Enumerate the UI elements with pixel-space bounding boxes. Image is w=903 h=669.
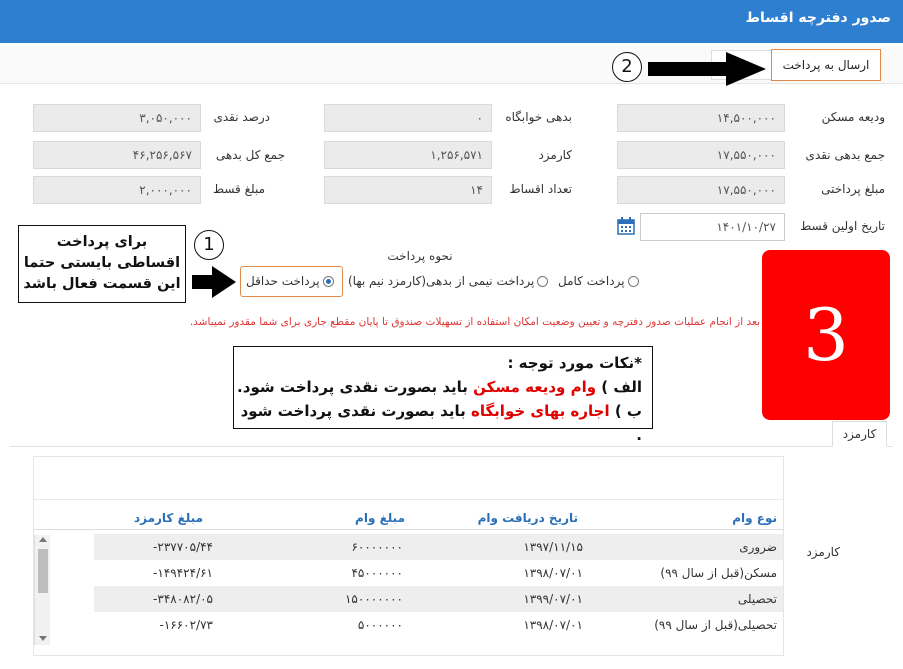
column-header-fee-amount: مبلغ کارمزد bbox=[133, 511, 203, 525]
installments-field: ۱۴ bbox=[324, 176, 492, 204]
arrow-right-icon bbox=[192, 266, 236, 298]
cell-fee-amount: ۱۶۶۰۲/۷۳- bbox=[159, 618, 213, 632]
cell-loan-type: تحصیلی bbox=[737, 592, 777, 606]
total-debt-field: ۴۶,۲۵۶,۵۶۷ bbox=[33, 141, 201, 169]
dorm-debt-field: ۰ bbox=[324, 104, 492, 132]
installments-label: تعداد اقساط bbox=[509, 182, 572, 196]
step-1-marker: 1 bbox=[194, 230, 224, 260]
cell-loan-amount: ۴۵۰۰۰۰۰۰ bbox=[351, 566, 403, 580]
payment-option-full[interactable]: پرداخت کامل bbox=[558, 274, 639, 288]
notes-line-2-highlight: اجاره بهای خوابگاه bbox=[470, 402, 610, 420]
table-scrollbar[interactable] bbox=[34, 535, 50, 645]
cell-loan-amount: ۱۵۰۰۰۰۰۰۰ bbox=[344, 592, 403, 606]
payment-option-minimum[interactable]: پرداخت حداقل bbox=[246, 274, 334, 288]
scrollbar-thumb[interactable] bbox=[38, 549, 48, 593]
cash-debt-sum-field: ۱۷,۵۵۰,۰۰۰ bbox=[617, 141, 785, 169]
cell-receive-date: ۱۳۹۸/۰۷/۰۱ bbox=[523, 566, 583, 580]
payment-amount-field: ۱۷,۵۵۰,۰۰۰ bbox=[617, 176, 785, 204]
notes-line-1: الف ) وام ودیعه مسکن باید بصورت نقدی پرد… bbox=[234, 375, 642, 399]
installment-hint-line-1: برای پرداخت bbox=[56, 234, 148, 250]
deposit-label: ودیعه مسکن bbox=[821, 110, 885, 124]
installment-hint-line-3: این قسمت فعال باشد bbox=[23, 276, 181, 292]
radio-half[interactable] bbox=[537, 276, 549, 287]
cell-fee-amount: ۱۴۹۴۲۴/۶۱- bbox=[153, 566, 213, 580]
fee-table: نوع وام تاریخ دریافت وام مبلغ وام مبلغ ک… bbox=[33, 456, 784, 656]
cell-receive-date: ۱۳۹۷/۱۱/۱۵ bbox=[523, 540, 583, 554]
table-row[interactable]: ضروری ۱۳۹۷/۱۱/۱۵ ۶۰۰۰۰۰۰۰ ۲۳۷۷۰۵/۴۴- bbox=[94, 534, 783, 560]
radio-minimum[interactable] bbox=[322, 276, 334, 287]
payment-option-full-label: پرداخت کامل bbox=[558, 274, 625, 288]
cash-percent-field: ۳,۰۵۰,۰۰۰ bbox=[33, 104, 201, 132]
total-debt-label: جمع کل بدهی bbox=[215, 148, 285, 162]
payment-amount-label: مبلغ پرداختی bbox=[821, 182, 885, 196]
notes-line-1-highlight: وام ودیعه مسکن bbox=[473, 378, 597, 396]
payment-method-heading: نحوه پرداخت bbox=[387, 249, 453, 263]
column-header-loan-type: نوع وام bbox=[732, 511, 777, 525]
send-to-payment-button[interactable]: ارسال به پرداخت bbox=[771, 49, 881, 81]
dorm-debt-label: بدهی خوابگاه bbox=[505, 110, 572, 124]
cell-loan-type: مسکن(قبل از سال ۹۹) bbox=[660, 566, 777, 580]
column-header-loan-amount: مبلغ وام bbox=[355, 511, 405, 525]
cell-loan-type: تحصیلی(قبل از سال ۹۹) bbox=[654, 618, 777, 632]
table-row[interactable]: مسکن(قبل از سال ۹۹) ۱۳۹۸/۰۷/۰۱ ۴۵۰۰۰۰۰۰ … bbox=[94, 560, 783, 586]
notes-line-2-prefix: ب ) bbox=[614, 402, 642, 420]
fee-label: کارمزد bbox=[538, 148, 572, 162]
deposit-field: ۱۴,۵۰۰,۰۰۰ bbox=[617, 104, 785, 132]
warning-text: بعد از انجام عملیات صدور دفترچه و تعیین … bbox=[189, 316, 760, 328]
step-2-marker: 2 bbox=[612, 52, 642, 82]
notes-line-2: ب ) اجاره بهای خوابگاه باید بصورت نقدی پ… bbox=[234, 399, 642, 447]
tab-strip-divider bbox=[10, 446, 893, 447]
table-row[interactable]: تحصیلی ۱۳۹۹/۰۷/۰۱ ۱۵۰۰۰۰۰۰۰ ۳۴۸۰۸۲/۰۵- bbox=[94, 586, 783, 612]
notes-title: *نکات مورد توجه : bbox=[507, 354, 642, 372]
scroll-up-icon[interactable] bbox=[35, 535, 51, 545]
fee-field: ۱,۲۵۶,۵۷۱ bbox=[324, 141, 492, 169]
step-3-badge: 3 bbox=[762, 250, 890, 420]
calendar-icon[interactable] bbox=[617, 217, 635, 235]
scroll-down-icon[interactable] bbox=[35, 633, 51, 643]
payment-option-half[interactable]: پرداخت نیمی از بدهی(کارمزد نیم بها) bbox=[348, 274, 549, 288]
cash-percent-label: درصد نقدی bbox=[213, 110, 270, 124]
installment-amount-field: ۲,۰۰۰,۰۰۰ bbox=[33, 176, 201, 204]
first-installment-label: تاریخ اولین قسط bbox=[800, 219, 885, 233]
cell-receive-date: ۱۳۹۸/۰۷/۰۱ bbox=[523, 618, 583, 632]
important-notes-box: *نکات مورد توجه : الف ) وام ودیعه مسکن ب… bbox=[233, 346, 653, 444]
tab-fee[interactable]: کارمزد bbox=[832, 421, 887, 447]
notes-line-1-prefix: الف ) bbox=[601, 378, 642, 396]
cell-fee-amount: ۲۳۷۷۰۵/۴۴- bbox=[153, 540, 213, 554]
cell-receive-date: ۱۳۹۹/۰۷/۰۱ bbox=[523, 592, 583, 606]
fee-table-side-label: کارمزد bbox=[806, 545, 840, 559]
cell-loan-amount: ۶۰۰۰۰۰۰۰ bbox=[351, 540, 403, 554]
cell-loan-amount: ۵۰۰۰۰۰۰ bbox=[357, 618, 403, 632]
payment-option-half-label: پرداخت نیمی از بدهی(کارمزد نیم بها) bbox=[348, 274, 535, 288]
cell-loan-type: ضروری bbox=[739, 540, 777, 554]
radio-full[interactable] bbox=[627, 276, 639, 287]
notes-line-1-text: باید بصورت نقدی پرداخت شود. bbox=[237, 378, 468, 396]
installment-hint-note: برای پرداخت اقساطی بایستی حتما این قسمت … bbox=[18, 225, 186, 303]
first-installment-date-input[interactable]: ۱۴۰۱/۱۰/۲۷ bbox=[640, 213, 785, 241]
cash-debt-sum-label: جمع بدهی نقدی bbox=[805, 148, 885, 162]
payment-option-minimum-label: پرداخت حداقل bbox=[246, 274, 320, 288]
arrow-right-icon bbox=[648, 52, 766, 86]
installment-amount-label: مبلغ قسط bbox=[212, 182, 265, 196]
column-header-receive-date: تاریخ دریافت وام bbox=[477, 511, 578, 525]
cell-fee-amount: ۳۴۸۰۸۲/۰۵- bbox=[153, 592, 213, 606]
installment-hint-line-2: اقساطی بایستی حتما bbox=[23, 255, 181, 271]
table-row[interactable]: تحصیلی(قبل از سال ۹۹) ۱۳۹۸/۰۷/۰۱ ۵۰۰۰۰۰۰… bbox=[94, 612, 783, 638]
window-title: صدور دفترچه اقساط bbox=[0, 0, 903, 43]
